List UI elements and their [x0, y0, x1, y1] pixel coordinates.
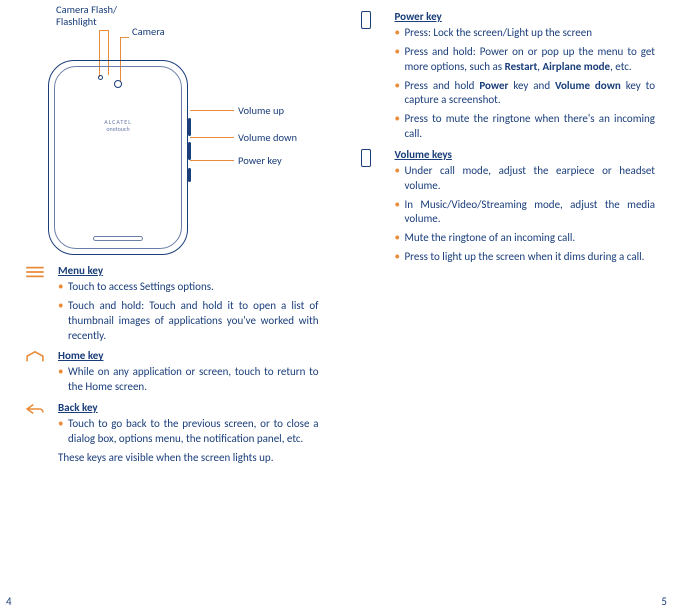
back-icon	[24, 402, 46, 416]
power-key-icon	[361, 11, 371, 29]
t: key and	[508, 79, 555, 92]
volume-bullet-1: Under call mode, adjust the earpiece or …	[395, 164, 656, 194]
phone-outline: ALCATEL onetouch	[48, 60, 188, 255]
menu-icon	[24, 265, 46, 279]
volume-bullet-4: Press to light up the screen when it dim…	[395, 250, 656, 265]
home-key-title: Home key	[58, 349, 319, 362]
page-number-left: 4	[6, 595, 12, 608]
home-bullet-1: While on any application or screen, touc…	[58, 365, 319, 395]
power-key-section: Power key Press: Lock the screen/Light u…	[355, 10, 656, 142]
page-number-right: 5	[661, 595, 667, 608]
t: Restart	[505, 60, 538, 73]
camera-leader-icon2	[120, 37, 129, 38]
volume-down-button-icon	[188, 142, 191, 160]
volume-bullet-2: In Music/Video/Streaming mode, adjust th…	[395, 198, 656, 228]
power-key-label: Power key	[238, 155, 282, 167]
page-left: Camera Flash/ Flashlight Camera Volume u…	[0, 0, 337, 614]
back-note: These keys are visible when the screen l…	[58, 451, 319, 466]
volume-up-button-icon	[188, 118, 191, 136]
menu-bullet-1: Touch to access Settings options.	[58, 280, 319, 295]
t: Press and hold	[405, 79, 480, 92]
power-bullet-1: Press: Lock the screen/Light up the scre…	[395, 26, 656, 41]
volume-up-label: Volume up	[238, 105, 284, 117]
t: , etc.	[610, 60, 632, 73]
volup-leader-icon	[190, 110, 234, 111]
camera-dot-icon	[114, 80, 122, 88]
brand-sublabel: onetouch	[48, 125, 188, 133]
menu-key-title: Menu key	[58, 264, 319, 277]
power-key-title: Power key	[395, 10, 656, 23]
power-button-icon	[188, 168, 191, 182]
power-leader-icon	[190, 160, 234, 161]
back-key-section: Back key Touch to go back to the previou…	[18, 401, 319, 466]
volume-key-icon	[361, 149, 371, 167]
flash-label: Camera Flash/ Flashlight	[56, 4, 117, 28]
t: Airplane mode	[543, 60, 611, 73]
page-right: Power key Press: Lock the screen/Light u…	[337, 0, 673, 614]
volume-keys-section: Volume keys Under call mode, adjust the …	[355, 148, 656, 265]
flash-leader-icon2	[99, 30, 108, 31]
menu-key-section: Menu key Touch to access Settings option…	[18, 264, 319, 343]
power-bullet-4: Press to mute the ringtone when there's …	[395, 112, 656, 142]
volume-key-title: Volume keys	[395, 148, 656, 161]
back-key-title: Back key	[58, 401, 319, 414]
phone-diagram: Camera Flash/ Flashlight Camera Volume u…	[28, 10, 328, 260]
camera-label: Camera	[132, 26, 165, 38]
power-bullet-3: Press and hold Power key and Volume down…	[395, 79, 656, 109]
voldown-leader-icon	[190, 137, 234, 138]
home-key-section: Home key While on any application or scr…	[18, 349, 319, 395]
home-icon	[24, 350, 46, 364]
flash-dot-icon	[98, 75, 103, 80]
speaker-icon	[93, 236, 143, 241]
t: Volume down	[555, 79, 621, 92]
back-bullet-1: Touch to go back to the previous screen,…	[58, 417, 319, 447]
menu-bullet-2: Touch and hold: Touch and hold it to ope…	[58, 299, 319, 344]
volume-down-label: Volume down	[238, 132, 297, 144]
phone-inner-icon	[54, 66, 182, 249]
t: Power	[479, 79, 508, 92]
power-bullet-2: Press and hold: Power on or pop up the m…	[395, 45, 656, 75]
volume-bullet-3: Mute the ringtone of an incoming call.	[395, 231, 656, 246]
